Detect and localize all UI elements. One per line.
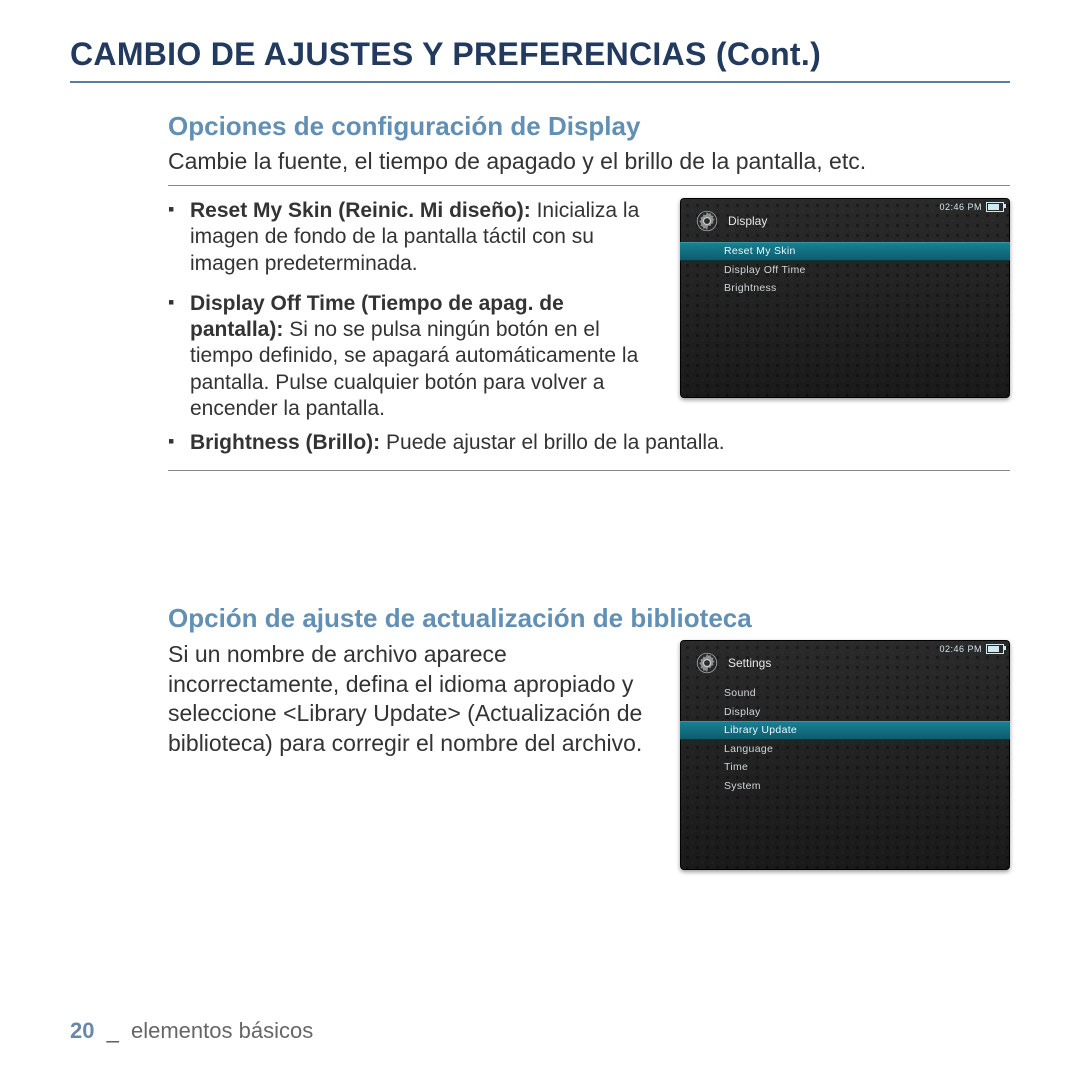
menu-item[interactable]: System xyxy=(714,777,1010,796)
list-item-label: Reset My Skin (Reinic. Mi diseño): xyxy=(190,199,537,222)
device-screenshot-display: 02:46 PM Display Reset My Skin D xyxy=(680,198,1010,398)
menu-item[interactable]: Display xyxy=(714,703,1010,722)
device-title: Settings xyxy=(728,656,771,670)
page-number: 20 xyxy=(70,1018,94,1043)
status-bar: 02:46 PM xyxy=(939,644,1004,654)
clock-text: 02:46 PM xyxy=(939,202,982,212)
device-screenshot-settings: 02:46 PM Settings Sound Display xyxy=(680,640,1010,870)
page-footer: 20 _ elementos básicos xyxy=(70,1018,313,1044)
clock-text: 02:46 PM xyxy=(939,644,982,654)
device-title: Display xyxy=(728,214,767,228)
battery-icon xyxy=(986,202,1004,212)
page-title: CAMBIO DE AJUSTES Y PREFERENCIAS (Cont.) xyxy=(70,36,1010,83)
list-item: Reset My Skin (Reinic. Mi diseño): Inici… xyxy=(168,198,656,277)
list-item-label: Brightness (Brillo): xyxy=(190,431,386,454)
menu-item[interactable]: Reset My Skin xyxy=(680,242,1010,261)
list-item: Display Off Time (Tiempo de apag. de pan… xyxy=(168,291,656,422)
list-item: Brightness (Brillo): Puede ajustar el br… xyxy=(168,430,1010,456)
menu-item[interactable]: Language xyxy=(714,740,1010,759)
status-bar: 02:46 PM xyxy=(939,202,1004,212)
menu-item[interactable]: Sound xyxy=(714,684,1010,703)
device-menu: Sound Display Library Update Language Ti… xyxy=(680,684,1010,795)
divider xyxy=(168,185,1010,186)
battery-icon xyxy=(986,644,1004,654)
footer-text: elementos básicos xyxy=(131,1018,313,1043)
bullet-list-display: Reset My Skin (Reinic. Mi diseño): Inici… xyxy=(168,198,656,436)
section-heading-display: Opciones de configuración de Display xyxy=(168,111,1010,142)
menu-item[interactable]: Library Update xyxy=(680,721,1010,740)
menu-item[interactable]: Brightness xyxy=(714,279,1010,298)
device-menu: Reset My Skin Display Off Time Brightnes… xyxy=(680,242,1010,298)
bullet-list-display-2: Brightness (Brillo): Puede ajustar el br… xyxy=(168,430,1010,456)
gear-icon xyxy=(694,208,720,234)
menu-item[interactable]: Time xyxy=(714,758,1010,777)
list-item-text: Puede ajustar el brillo de la pantalla. xyxy=(386,431,725,454)
section-paragraph-library: Si un nombre de archivo aparece incorrec… xyxy=(168,640,656,758)
footer-separator: _ xyxy=(107,1018,119,1043)
section-intro-display: Cambie la fuente, el tiempo de apagado y… xyxy=(168,148,1010,175)
menu-item[interactable]: Display Off Time xyxy=(714,261,1010,280)
divider xyxy=(168,470,1010,471)
gear-icon xyxy=(694,650,720,676)
section-heading-library: Opción de ajuste de actualización de bib… xyxy=(168,603,1010,634)
